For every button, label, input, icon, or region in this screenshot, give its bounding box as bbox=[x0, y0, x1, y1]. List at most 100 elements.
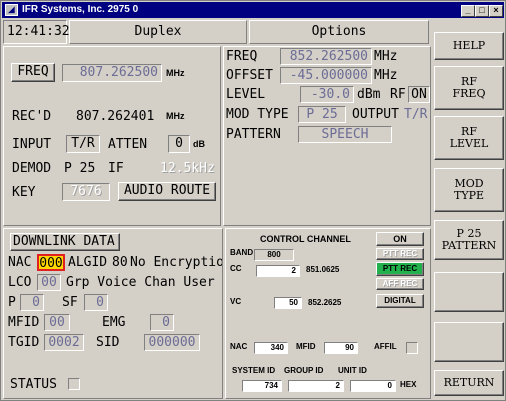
control-channel-panel: CONTROL CHANNEL ON PTT REC BAND 800 CC 2… bbox=[225, 228, 431, 399]
rf-field[interactable]: ON bbox=[408, 86, 430, 103]
audio-route-button[interactable]: AUDIO ROUTE bbox=[118, 182, 216, 201]
help-button[interactable]: HELP bbox=[434, 32, 504, 60]
recd-unit: MHz bbox=[166, 111, 185, 121]
unit-id-label: UNIT ID bbox=[338, 366, 367, 375]
nac-label: NAC bbox=[8, 255, 32, 270]
p25-pattern-button[interactable]: P 25 PATTERN bbox=[434, 220, 504, 260]
cc-nac-label: NAC bbox=[230, 342, 248, 351]
digital-button[interactable]: DIGITAL bbox=[376, 294, 424, 308]
recd-value: 807.262401 bbox=[76, 109, 155, 124]
sf-field[interactable]: 0 bbox=[84, 294, 108, 311]
offset-label: OFFSET bbox=[226, 68, 273, 83]
tx-freq-field[interactable]: 852.262500 bbox=[280, 48, 372, 65]
output-value[interactable]: T/R bbox=[404, 107, 427, 123]
lco-description: Grp Voice Chan User bbox=[66, 275, 215, 290]
softkey-column: HELP RF FREQ RF LEVEL MOD TYPE P 25 PATT… bbox=[433, 20, 505, 399]
downlink-data-button[interactable]: DOWNLINK DATA bbox=[10, 233, 120, 251]
vc-field[interactable]: 50 bbox=[274, 297, 302, 309]
control-on-button[interactable]: ON bbox=[376, 232, 424, 246]
clock-display: 12:41:32 bbox=[3, 20, 70, 44]
status-label: STATUS bbox=[10, 377, 57, 392]
maximize-button[interactable]: □ bbox=[475, 5, 489, 17]
input-label: INPUT bbox=[12, 137, 52, 152]
cc-mfid-field[interactable]: 90 bbox=[324, 342, 358, 354]
vc-label: VC bbox=[230, 297, 242, 306]
affil-indicator bbox=[406, 342, 418, 354]
nac-field[interactable]: 000 bbox=[37, 254, 65, 271]
algid-value: 80 bbox=[112, 255, 128, 270]
cc-frequency: 851.0625 bbox=[306, 265, 340, 274]
mfid-label: MFID bbox=[8, 315, 40, 330]
p-label: P bbox=[8, 295, 16, 310]
rf-level-button[interactable]: RF LEVEL bbox=[434, 116, 504, 160]
if-label: IF bbox=[108, 161, 124, 176]
offset-field[interactable]: -45.000000 bbox=[280, 67, 372, 84]
output-label: OUTPUT bbox=[352, 107, 399, 122]
cc-label: CC bbox=[230, 264, 242, 273]
status-indicator bbox=[68, 378, 80, 390]
level-field[interactable]: -30.0 bbox=[300, 86, 354, 103]
sid-field[interactable]: 000000 bbox=[144, 334, 200, 351]
receiver-panel: FREQ 807.262500 MHz REC'D 807.262401 MHz… bbox=[3, 46, 221, 226]
pattern-field[interactable]: SPEECH bbox=[298, 126, 392, 143]
close-button[interactable]: × bbox=[489, 5, 503, 17]
tx-freq-label: FREQ bbox=[226, 49, 258, 64]
sf-label: SF bbox=[62, 295, 78, 310]
affil-label: AFFIL bbox=[374, 342, 397, 351]
input-field[interactable]: T/R bbox=[66, 135, 100, 153]
minimize-button[interactable]: _ bbox=[461, 5, 475, 17]
tgid-field[interactable]: 0002 bbox=[44, 334, 84, 351]
rx-freq-button[interactable]: FREQ bbox=[11, 63, 55, 82]
band-label: BAND bbox=[230, 248, 254, 257]
tab-options[interactable]: Options bbox=[249, 20, 429, 44]
rx-freq-unit: MHz bbox=[166, 68, 185, 78]
atten-label: ATTEN bbox=[108, 137, 148, 152]
cc-mfid-label: MFID bbox=[296, 342, 316, 351]
group-id-label: GROUP ID bbox=[284, 366, 324, 375]
atten-field[interactable]: 0 bbox=[168, 135, 190, 153]
lco-field[interactable]: 00 bbox=[37, 274, 61, 291]
sid-label: SID bbox=[96, 335, 120, 350]
cc-nac-field[interactable]: 340 bbox=[254, 342, 288, 354]
pattern-label: PATTERN bbox=[226, 127, 281, 142]
return-button[interactable]: RETURN bbox=[434, 370, 504, 396]
unit-id-field[interactable]: 0 bbox=[350, 380, 396, 392]
ptt-rec-button[interactable]: PTT REC bbox=[376, 262, 424, 276]
instrument-window: ◢ IFR Systems, Inc. 2975 0 _ □ × 12:41:3… bbox=[0, 0, 506, 401]
algid-label: ALGID bbox=[68, 255, 108, 270]
main-area: 12:41:32 Duplex Options FREQ 807.262500 … bbox=[3, 20, 431, 399]
window-title: IFR Systems, Inc. 2975 0 bbox=[22, 4, 139, 15]
tab-duplex[interactable]: Duplex bbox=[69, 20, 247, 44]
mfid-field[interactable]: 00 bbox=[44, 314, 70, 331]
key-field: 7676 bbox=[62, 183, 110, 201]
control-channel-title: CONTROL CHANNEL bbox=[260, 234, 351, 244]
downlink-panel: DOWNLINK DATA NAC 000 ALGID 80 No Encryp… bbox=[3, 228, 223, 399]
softkey-blank-1[interactable] bbox=[434, 272, 504, 312]
rf-label: RF bbox=[390, 87, 406, 102]
vc-frequency: 852.2625 bbox=[308, 298, 342, 307]
key-label: KEY bbox=[12, 185, 36, 200]
band-field[interactable]: 800 bbox=[254, 249, 294, 261]
hex-label: HEX bbox=[400, 380, 417, 389]
recd-label: REC'D bbox=[12, 109, 52, 124]
emg-field[interactable]: 0 bbox=[150, 314, 174, 331]
group-id-field[interactable]: 2 bbox=[288, 380, 344, 392]
demod-label: DEMOD bbox=[12, 161, 52, 176]
p-field[interactable]: 0 bbox=[20, 294, 44, 311]
if-value: 12.5kHz bbox=[160, 161, 215, 176]
demod-value[interactable]: P 25 bbox=[64, 161, 95, 177]
rf-freq-button[interactable]: RF FREQ bbox=[434, 66, 504, 110]
system-id-label: SYSTEM ID bbox=[232, 366, 276, 375]
level-label: LEVEL bbox=[226, 87, 266, 102]
cc-field[interactable]: 2 bbox=[256, 265, 300, 277]
tgid-label: TGID bbox=[8, 335, 40, 350]
mod-type-button[interactable]: MOD TYPE bbox=[434, 168, 504, 212]
softkey-blank-2[interactable] bbox=[434, 322, 504, 362]
rx-freq-field[interactable]: 807.262500 bbox=[62, 64, 162, 82]
lco-label: LCO bbox=[8, 275, 32, 290]
algid-description: No Encryptio bbox=[130, 255, 222, 270]
modtype-field[interactable]: P 25 bbox=[298, 106, 346, 123]
tx-freq-unit: MHz bbox=[374, 49, 398, 64]
system-id-field[interactable]: 734 bbox=[242, 380, 282, 392]
title-bar: ◢ IFR Systems, Inc. 2975 0 _ □ × bbox=[2, 2, 504, 18]
